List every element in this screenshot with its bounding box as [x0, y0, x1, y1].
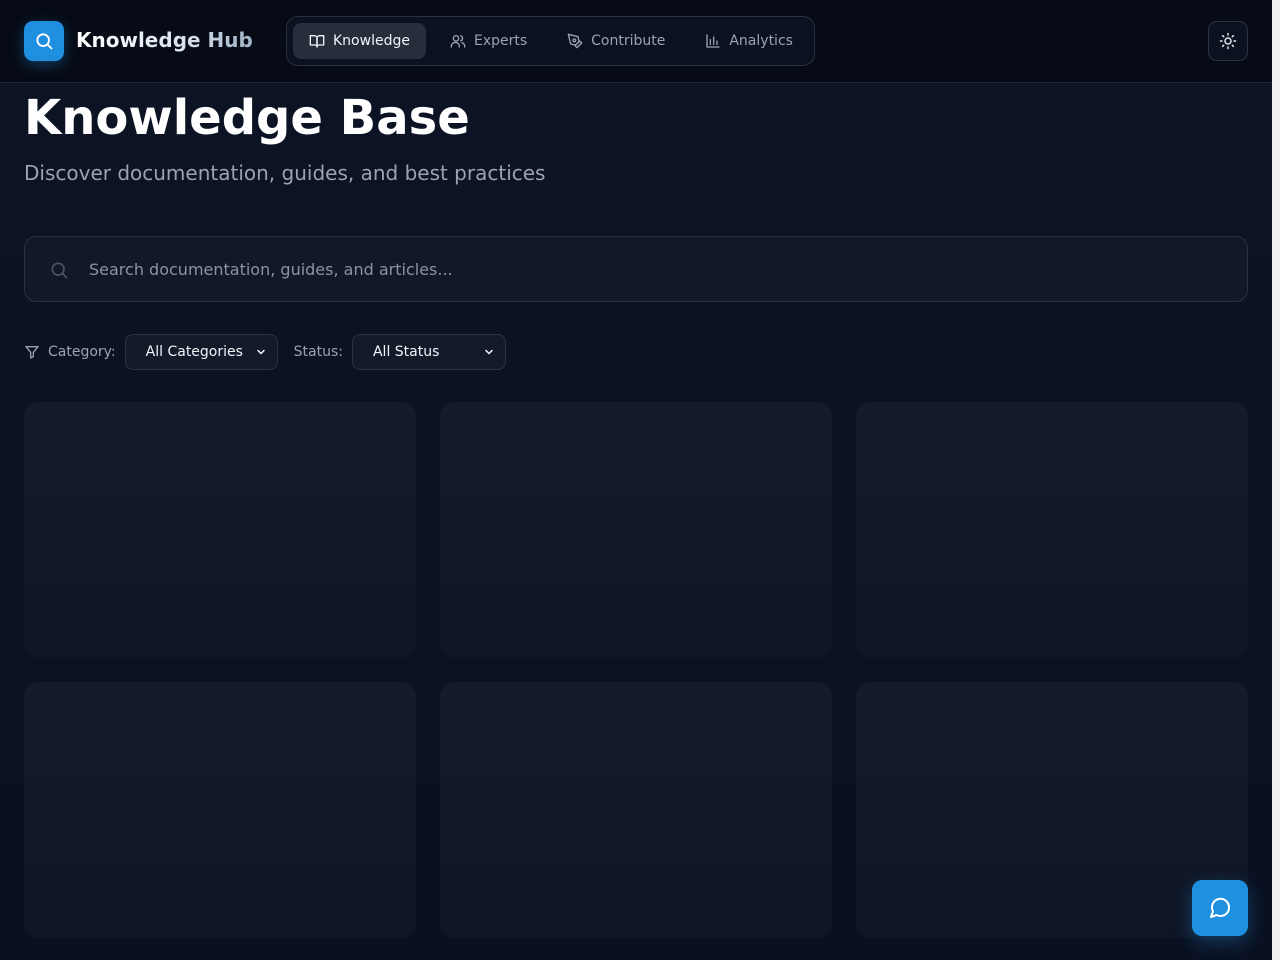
- nav-item-contribute[interactable]: Contribute: [551, 23, 681, 59]
- pen-tool-icon: [567, 33, 583, 49]
- status-select-value: All Status: [372, 344, 440, 360]
- status-filter-label: Status:: [293, 344, 343, 360]
- article-card-placeholder: [24, 402, 416, 658]
- category-select[interactable]: All Categories: [124, 334, 278, 370]
- page-subtitle: Discover documentation, guides, and best…: [24, 161, 546, 185]
- search-bar: [24, 236, 1248, 302]
- nav-item-label: Contribute: [591, 33, 666, 49]
- article-card-placeholder: [856, 402, 1248, 658]
- article-card-placeholder: [24, 682, 416, 938]
- filter-icon: [25, 346, 39, 359]
- nav-item-label: Experts: [473, 33, 528, 49]
- users-icon: [450, 35, 466, 48]
- theme-toggle-button[interactable]: [1208, 21, 1248, 61]
- app-logo[interactable]: [24, 21, 64, 61]
- page-scrollbar[interactable]: [1272, 0, 1280, 960]
- nav-item-label: Analytics: [729, 33, 793, 49]
- main-nav: Knowledge Experts Contribute Analytics: [286, 16, 815, 66]
- article-card-placeholder: [440, 402, 832, 658]
- bar-chart-icon: [706, 34, 721, 48]
- nav-item-label: Knowledge: [333, 33, 410, 49]
- search-icon: [36, 33, 53, 50]
- sun-icon: [1219, 32, 1237, 50]
- nav-item-experts[interactable]: Experts: [434, 23, 543, 59]
- nav-item-analytics[interactable]: Analytics: [689, 23, 809, 59]
- article-card-placeholder: [440, 682, 832, 938]
- search-input[interactable]: [89, 237, 1229, 301]
- top-navigation-bar: Knowledge Hub Knowledge Experts Contribu…: [0, 0, 1272, 83]
- status-select[interactable]: All Status: [351, 334, 506, 370]
- nav-item-knowledge[interactable]: Knowledge: [293, 23, 426, 59]
- chevron-down-icon: [485, 349, 493, 355]
- book-open-icon: [309, 35, 325, 48]
- search-icon: [51, 262, 68, 279]
- chat-button[interactable]: [1192, 880, 1248, 936]
- message-circle-icon: [1210, 897, 1231, 918]
- category-select-value: All Categories: [145, 344, 243, 360]
- app-title: Knowledge Hub: [76, 28, 253, 52]
- chevron-down-icon: [256, 349, 265, 355]
- page-title: Knowledge Base: [24, 90, 470, 146]
- article-card-placeholder: [856, 682, 1248, 938]
- filter-bar: Category: All Categories Status: All Sta…: [24, 334, 506, 370]
- category-filter-label: Category:: [48, 344, 116, 360]
